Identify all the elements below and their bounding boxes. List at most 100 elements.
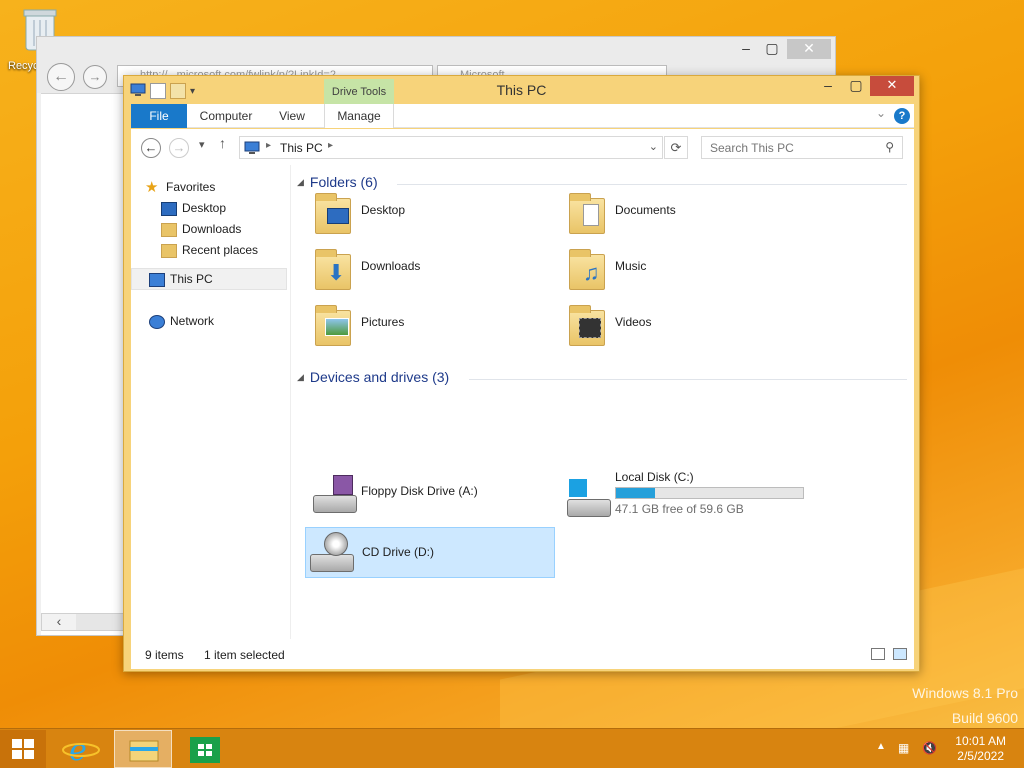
group-divider [469,379,907,380]
downloads-icon [161,222,177,237]
scroll-left-icon[interactable]: ‹ [42,614,76,630]
folder-pictures-icon [311,302,355,348]
search-icon: ⚲ [885,140,894,154]
taskbar-ie-button[interactable]: e [52,730,110,768]
this-pc-icon [149,272,165,287]
network-icon [149,314,165,329]
expand-ribbon-icon[interactable]: ⌄ [876,106,886,120]
folder-music-icon: ♫ [565,246,609,292]
folder-tile-videos[interactable]: Videos [559,300,809,350]
nav-downloads[interactable]: Downloads [161,219,241,239]
content-area: ★ Favorites Desktop Downloads Recent plac… [131,165,914,639]
folder-label: Documents [615,203,676,217]
nav-this-pc[interactable]: This PC [149,269,213,289]
address-dropdown-icon[interactable]: ⌄ [649,140,658,153]
folder-label: Videos [615,315,652,329]
tab-manage[interactable]: Manage [324,104,394,128]
ie-maximize-button[interactable]: ▢ [759,39,785,59]
nav-downloads-label: Downloads [182,222,242,236]
details-view-icon[interactable] [871,648,885,660]
folder-videos-icon [565,302,609,348]
selection-count: 1 item selected [204,648,285,662]
ie-back-button[interactable]: ← [47,63,75,91]
nav-desktop[interactable]: Desktop [161,198,226,218]
disk-usage-bar [615,487,804,499]
devices-group-header[interactable]: ◢ Devices and drives (3) [297,369,907,389]
nav-network[interactable]: Network [149,311,214,331]
windows-watermark-edition: Windows 8.1 Pro [912,685,1018,701]
recycle-bin-label: Recyc [8,60,39,72]
item-count: 9 items [145,648,184,662]
breadcrumb-separator-icon[interactable]: ▸ [266,140,271,151]
folder-tile-music[interactable]: ♫ Music [559,244,809,294]
back-button[interactable]: ← [141,138,161,158]
ribbon-tabs: File Computer View Manage ⌄ ? [131,104,914,128]
this-pc-icon [244,141,260,158]
status-bar: 9 items 1 item selected [131,639,914,669]
show-hidden-icons-icon[interactable]: ▲ [876,741,886,752]
file-explorer-icon [129,740,159,762]
drive-label: CD Drive (D:) [362,545,434,559]
breadcrumb-this-pc[interactable]: This PC [280,141,323,155]
local-disk-icon [565,475,611,521]
taskbar-store-button[interactable] [176,730,234,768]
drive-label: Local Disk (C:) [615,470,694,484]
folder-tile-pictures[interactable]: Pictures [305,300,555,350]
maximize-button[interactable]: ▢ [842,76,870,96]
search-input[interactable]: Search This PC ⚲ [701,136,903,159]
large-icons-view-icon[interactable] [893,648,907,660]
ie-minimize-button[interactable]: – [733,39,759,59]
folder-label: Downloads [361,259,421,273]
clock-time: 10:01 AM [955,734,1006,748]
star-icon: ★ [145,178,159,196]
recent-locations-icon[interactable]: ▾ [199,138,205,151]
folder-label: Music [615,259,647,273]
help-icon[interactable]: ? [894,108,910,124]
title-bar[interactable]: ▾ Drive Tools This PC – ▢ ✕ [124,76,919,104]
volume-muted-icon[interactable]: 🔇 [922,741,937,755]
clock-date: 2/5/2022 [957,749,1004,763]
breadcrumb-separator-icon[interactable]: ▸ [328,140,333,151]
tab-computer[interactable]: Computer [191,104,261,128]
internet-explorer-icon: e [62,733,100,768]
taskbar-explorer-button[interactable] [114,730,172,768]
navigation-pane: ★ Favorites Desktop Downloads Recent plac… [131,165,291,639]
disk-free-text: 47.1 GB free of 59.6 GB [615,502,744,516]
minimize-button[interactable]: – [814,76,842,96]
ie-close-button[interactable]: ✕ [787,39,831,59]
collapse-icon[interactable]: ◢ [297,372,304,382]
svg-text:e: e [69,733,87,768]
folder-tile-downloads[interactable]: ⬇ Downloads [305,244,555,294]
taskbar: e ▲ ▦ 🔇 10:01 AM 2/5/2022 [0,728,1024,768]
nav-favorites[interactable]: ★ Favorites [145,177,215,197]
search-placeholder: Search This PC [710,141,794,155]
folder-downloads-icon: ⬇ [311,246,355,292]
folder-label: Desktop [361,203,406,217]
folder-tile-desktop[interactable]: Desktop [305,188,555,238]
devices-header-label: Devices and drives (3) [309,369,450,385]
nav-favorites-label: Favorites [166,180,216,194]
folder-documents-icon [565,190,609,236]
forward-button[interactable]: → [169,138,189,158]
drive-tile-local-disk[interactable]: Local Disk (C:) 47.1 GB free of 59.6 GB [559,469,819,525]
up-button[interactable]: ↑ [219,135,226,151]
address-bar[interactable]: ▸ This PC ▸ ⌄ [239,136,663,159]
folder-tile-documents[interactable]: Documents [559,188,809,238]
tab-view[interactable]: View [265,104,319,128]
refresh-button[interactable]: ⟳ [664,136,688,159]
collapse-icon[interactable]: ◢ [297,177,304,187]
nav-this-pc-label: This PC [170,272,213,286]
tab-file[interactable]: File [131,104,187,128]
store-icon [190,737,220,763]
drive-tile-floppy[interactable]: Floppy Disk Drive (A:) [305,469,555,519]
nav-recent-places[interactable]: Recent places [161,240,258,260]
drive-tile-cd[interactable]: CD Drive (D:) [305,527,555,578]
recent-places-icon [161,243,177,258]
ie-forward-button[interactable]: → [83,65,107,89]
start-button[interactable] [0,730,46,768]
close-button[interactable]: ✕ [870,76,914,96]
clock[interactable]: 10:01 AM 2/5/2022 [955,734,1006,764]
file-explorer-window[interactable]: ▾ Drive Tools This PC – ▢ ✕ File Compute… [123,75,920,672]
network-status-icon[interactable]: ▦ [898,741,909,755]
desktop-icon [161,201,177,216]
